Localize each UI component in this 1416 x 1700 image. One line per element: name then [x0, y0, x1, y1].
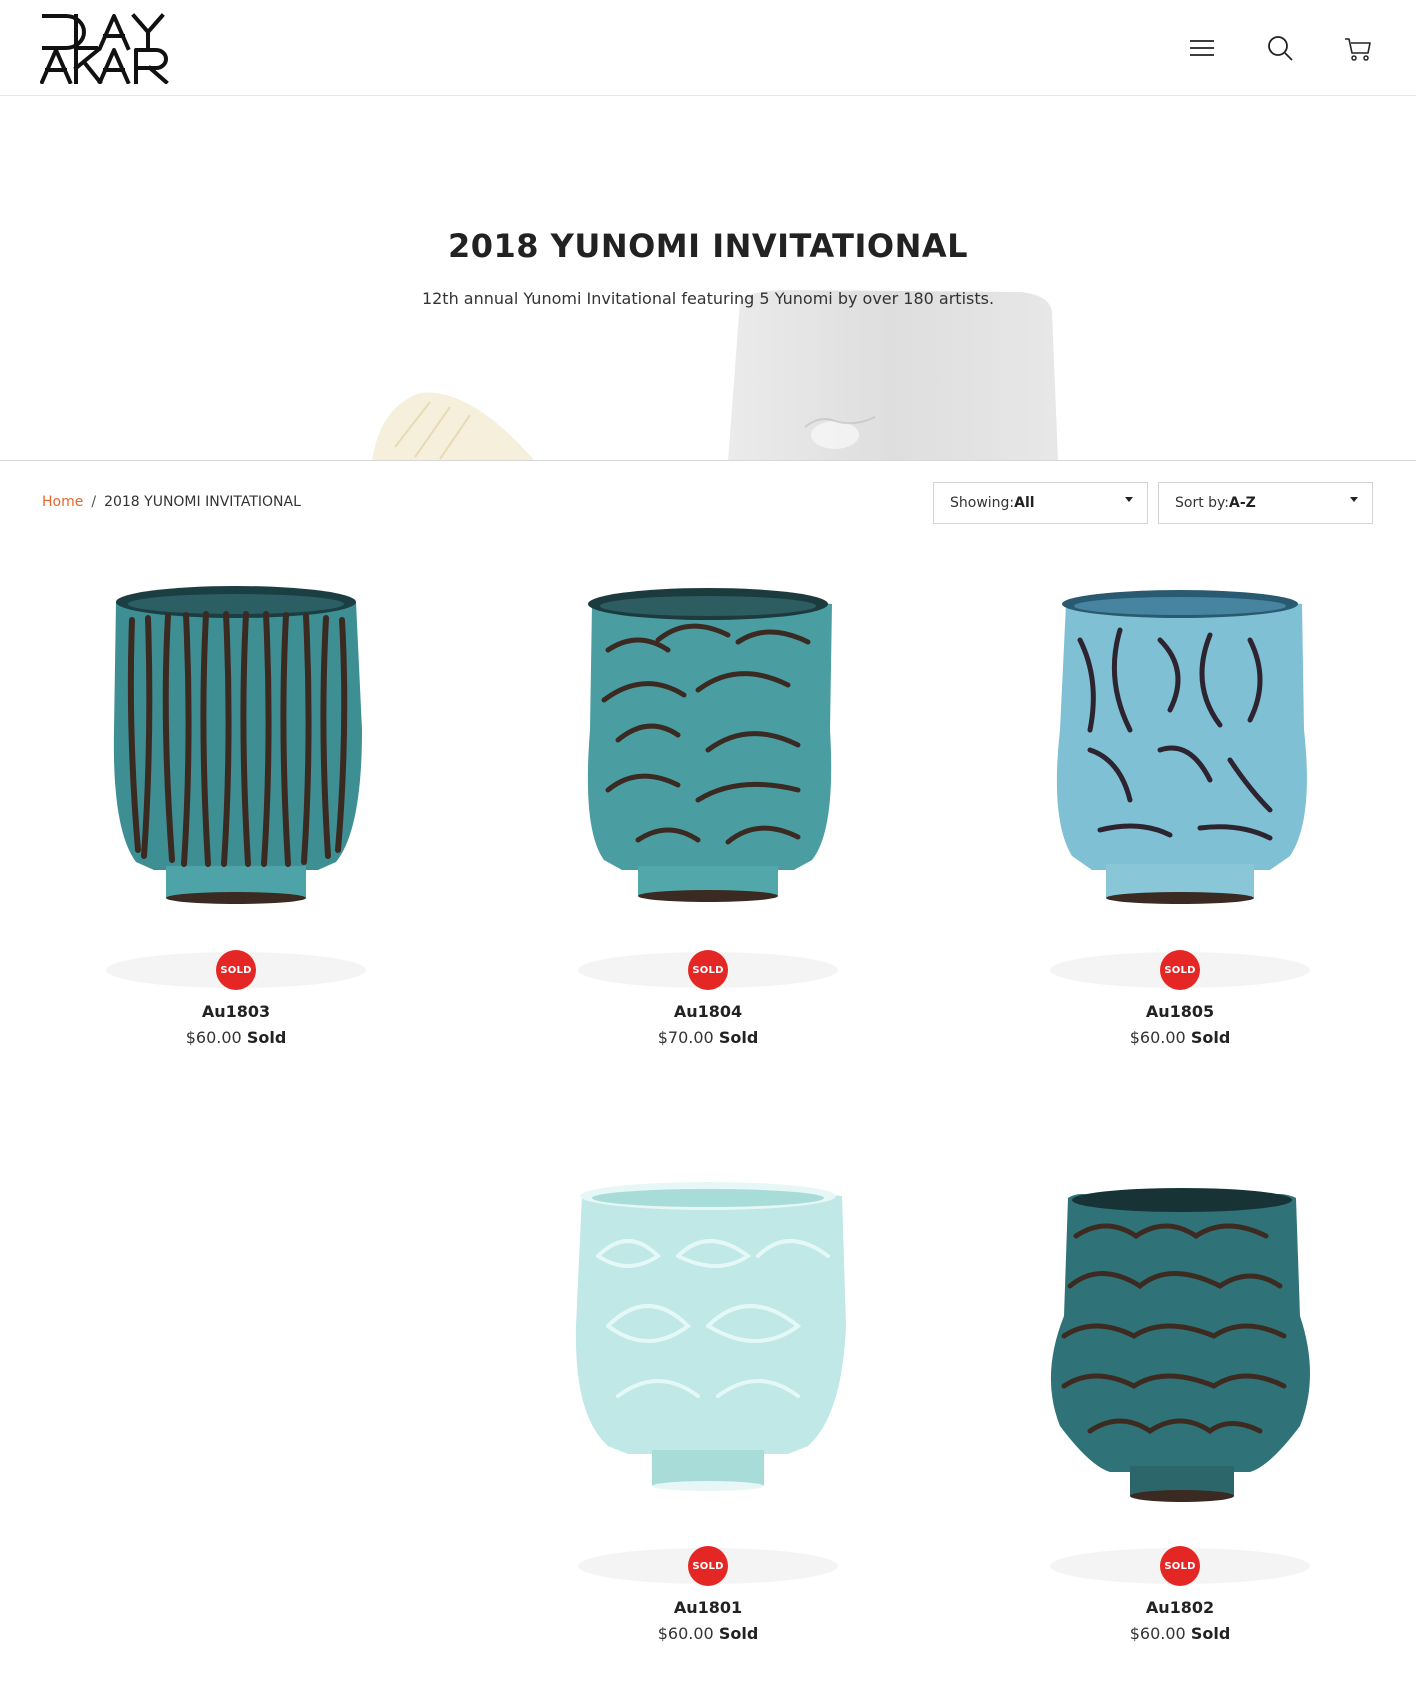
product-name[interactable]: Au1804	[508, 1002, 908, 1021]
showing-filter-select[interactable]: Showing: All	[933, 482, 1148, 524]
product-image[interactable]	[36, 580, 436, 990]
sort-value: A-Z	[1229, 495, 1256, 511]
price-value: $60.00	[1129, 1624, 1186, 1643]
sold-badge: SOLD	[688, 1546, 728, 1586]
product-price: $60.00 Sold	[980, 1624, 1380, 1643]
breadcrumb: Home / 2018 YUNOMI INVITATIONAL	[42, 494, 301, 510]
sold-badge: SOLD	[216, 950, 256, 990]
price-value: $60.00	[657, 1624, 714, 1643]
collection-title: 2018 YUNOMI INVITATIONAL	[447, 227, 969, 265]
sold-badge: SOLD	[1160, 950, 1200, 990]
product-image[interactable]	[980, 580, 1380, 990]
showing-value: All	[1014, 495, 1035, 511]
sold-badge: SOLD	[1160, 1546, 1200, 1586]
sort-label: Sort by:	[1175, 495, 1230, 511]
yunomi-cup-image	[106, 586, 366, 988]
search-glyph	[1268, 36, 1293, 61]
sold-status: Sold	[718, 1028, 759, 1047]
product-image[interactable]	[508, 580, 908, 990]
breadcrumb-current: 2018 YUNOMI INVITATIONAL	[104, 494, 301, 510]
yunomi-cup-image	[1050, 1188, 1310, 1584]
sold-status: Sold	[1190, 1624, 1231, 1643]
collection-hero: 2018 YUNOMI INVITATIONAL 12th annual Yun…	[0, 97, 1416, 461]
sort-by-select[interactable]: Sort by: A-Z	[1158, 482, 1373, 524]
site-header	[0, 0, 1416, 96]
hamburger-menu-icon[interactable]	[1184, 30, 1220, 66]
hero-background-image	[0, 97, 1416, 460]
price-value: $70.00	[657, 1028, 714, 1047]
yunomi-cup-image	[1050, 590, 1310, 988]
sold-status: Sold	[1190, 1028, 1231, 1047]
product-name[interactable]: Au1801	[508, 1598, 908, 1617]
sold-status: Sold	[246, 1028, 287, 1047]
search-icon[interactable]	[1262, 30, 1298, 66]
price-value: $60.00	[1129, 1028, 1186, 1047]
product-name[interactable]: Au1802	[980, 1598, 1380, 1617]
chevron-down-icon	[1125, 497, 1133, 502]
cart-glyph	[1345, 38, 1371, 61]
price-value: $60.00	[185, 1028, 242, 1047]
clay-akar-logo[interactable]	[39, 12, 180, 85]
product-image[interactable]	[508, 1176, 908, 1586]
product-price: $60.00 Sold	[980, 1028, 1380, 1047]
sold-status: Sold	[718, 1624, 759, 1643]
showing-label: Showing:	[950, 495, 1015, 511]
yunomi-cup-image	[575, 1182, 846, 1584]
yunomi-cup-image	[578, 588, 838, 988]
breadcrumb-home-link[interactable]: Home	[42, 494, 83, 510]
logo-mark	[39, 13, 169, 85]
product-name[interactable]: Au1803	[36, 1002, 436, 1021]
product-price: $60.00 Sold	[36, 1028, 436, 1047]
menu-glyph	[1190, 40, 1214, 56]
collection-description: 12th annual Yunomi Invitational featurin…	[421, 289, 995, 308]
sold-badge: SOLD	[688, 950, 728, 990]
shopping-cart-icon[interactable]	[1340, 30, 1376, 66]
product-name[interactable]: Au1805	[980, 1002, 1380, 1021]
product-price: $70.00 Sold	[508, 1028, 908, 1047]
breadcrumb-separator: /	[91, 494, 97, 510]
product-image[interactable]	[980, 1176, 1380, 1586]
chevron-down-icon	[1350, 497, 1358, 502]
product-price: $60.00 Sold	[508, 1624, 908, 1643]
